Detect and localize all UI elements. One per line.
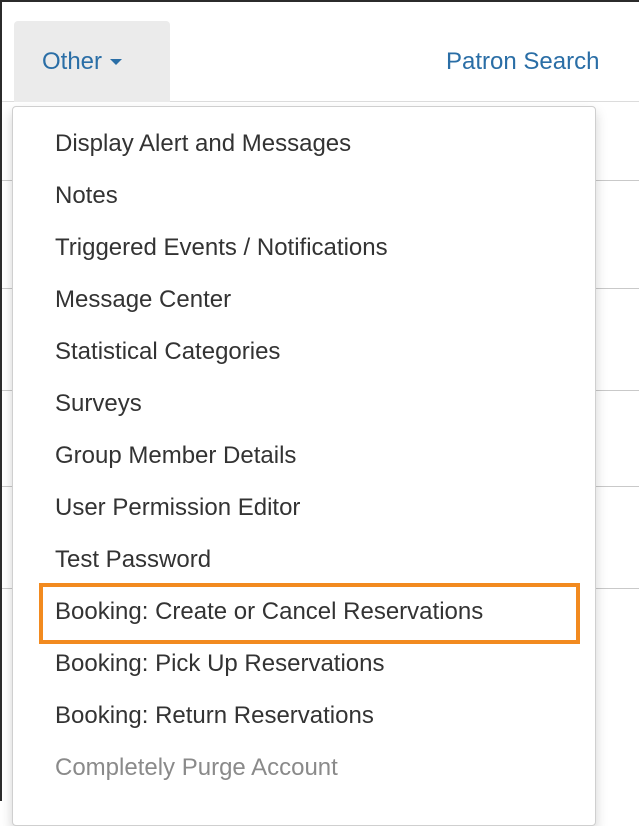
menu-item-completely-purge-account: Completely Purge Account (55, 754, 338, 781)
background-divider (596, 390, 639, 391)
caret-down-icon (110, 58, 123, 65)
menu-item-group-member-details[interactable]: Group Member Details (55, 436, 296, 476)
menu-item-booking-pick-up-reservations[interactable]: Booking: Pick Up Reservations (55, 644, 384, 684)
background-divider (2, 486, 12, 487)
frame-border-left (0, 0, 2, 801)
other-dropdown-menu: Display Alert and Messages Notes Trigger… (12, 106, 596, 826)
nav-tab-patron-search[interactable]: Patron Search (446, 21, 599, 102)
frame-border-top (0, 0, 639, 2)
background-divider (2, 588, 12, 589)
background-divider (2, 180, 12, 181)
menu-item-message-center[interactable]: Message Center (55, 280, 231, 320)
background-divider (596, 180, 639, 181)
background-divider (596, 588, 639, 589)
menu-item-display-alert-and-messages[interactable]: Display Alert and Messages (55, 124, 351, 164)
menu-item-notes[interactable]: Notes (55, 176, 118, 216)
menu-item-test-password[interactable]: Test Password (55, 540, 211, 580)
background-divider (2, 288, 12, 289)
menu-item-user-permission-editor[interactable]: User Permission Editor (55, 488, 300, 528)
menu-item-triggered-events-notifications[interactable]: Triggered Events / Notifications (55, 228, 388, 268)
background-divider (596, 486, 639, 487)
nav-tab-other-label: Other (42, 48, 103, 75)
menu-item-surveys[interactable]: Surveys (55, 384, 142, 424)
nav-tab-other[interactable]: Other (14, 21, 170, 102)
menu-item-statistical-categories[interactable]: Statistical Categories (55, 332, 280, 372)
menu-item-booking-return-reservations[interactable]: Booking: Return Reservations (55, 696, 374, 736)
menu-item-booking-create-or-cancel-reservations[interactable]: Booking: Create or Cancel Reservations (55, 592, 483, 632)
background-divider (596, 288, 639, 289)
background-divider (2, 390, 12, 391)
